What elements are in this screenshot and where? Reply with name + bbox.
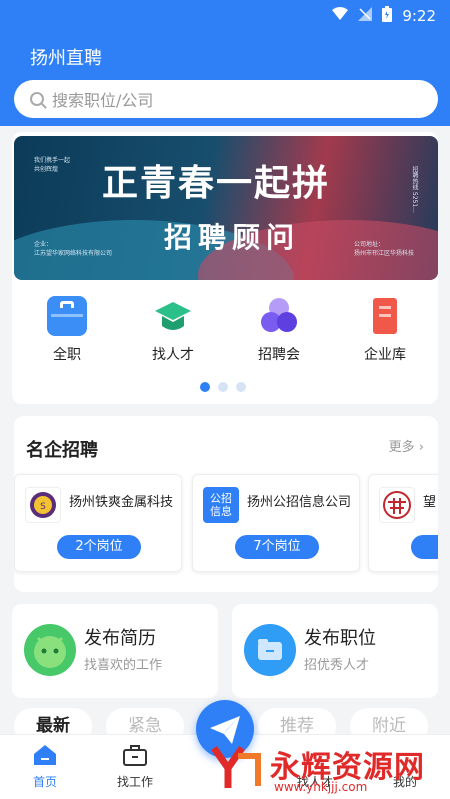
company-card[interactable]: S 扬州铁爽金属科技 2个岗位 — [14, 474, 182, 572]
more-link[interactable]: 更多 › — [389, 436, 424, 455]
company-name: 扬州公招信息公司 — [247, 495, 351, 510]
more-label: 更多 — [388, 440, 415, 455]
positions-button[interactable]: 1个 — [411, 535, 438, 559]
action-subtitle: 找喜欢的工作 — [84, 658, 163, 673]
circles-icon — [259, 296, 299, 336]
action-title: 发布职位 — [304, 628, 376, 649]
nav-find-job[interactable]: 找工作 — [90, 735, 180, 799]
company-card[interactable]: 望 1个 — [368, 474, 438, 572]
company-logo — [379, 487, 415, 523]
wifi-icon — [332, 7, 349, 25]
briefcase-icon — [47, 296, 87, 336]
site-watermark: 永辉资源网 www.yhkjjj.com — [208, 742, 444, 794]
post-job-card[interactable]: 发布职位 招优秀人才 — [232, 604, 438, 698]
company-name: 扬州铁爽金属科技 — [69, 495, 173, 510]
category-companies[interactable]: 企业库 — [332, 296, 438, 366]
famous-companies-section: 名企招聘 更多 › S 扬州铁爽金属科技 2个岗位 公招 信息 扬州公招信息公司… — [14, 416, 438, 592]
carousel-pager — [200, 382, 246, 392]
action-title: 发布简历 — [84, 628, 156, 649]
search-icon — [30, 92, 44, 106]
section-title: 名企招聘 — [26, 440, 98, 461]
chevron-right-icon: › — [418, 440, 424, 455]
category-label: 找人才 — [152, 347, 194, 363]
category-label: 招聘会 — [258, 347, 300, 363]
banner-subtitle: 招聘顾问 — [164, 221, 301, 254]
company-card[interactable]: 公招 信息 扬州公招信息公司 7个岗位 — [192, 474, 360, 572]
app-title: 扬州直聘 — [30, 48, 102, 69]
banner-hotline: 招聘热线 5251... — [411, 166, 418, 213]
nav-label: 首页 — [32, 775, 57, 789]
android-face-icon — [24, 624, 76, 676]
category-label: 全职 — [53, 347, 81, 363]
company-name: 望 — [423, 495, 437, 510]
post-resume-card[interactable]: 发布简历 找喜欢的工作 — [12, 604, 218, 698]
banner-address: 公司地址： 扬州市邗江区华扬科技 — [354, 241, 415, 257]
pager-dot[interactable] — [218, 382, 228, 392]
category-talent[interactable]: 找人才 — [120, 296, 226, 366]
top-bar: 扬州直聘 搜索职位/公司 — [0, 32, 450, 126]
battery-icon — [382, 6, 393, 26]
graduation-cap-icon — [153, 296, 193, 336]
banner-headline: 正青春一起拼 — [102, 162, 331, 204]
company-logo: S — [25, 487, 61, 523]
svg-text:S: S — [40, 502, 46, 512]
pager-dot[interactable] — [200, 382, 210, 392]
status-bar: 9:22 — [0, 0, 450, 32]
category-label: 企业库 — [364, 347, 406, 363]
building-icon — [365, 296, 405, 336]
banner-tagline: 我们携手一起 共创辉煌 — [34, 157, 71, 173]
search-placeholder: 搜索职位/公司 — [52, 91, 154, 110]
watermark-url: www.yhkjjj.com — [274, 780, 368, 794]
home-icon — [32, 743, 58, 767]
status-time: 9:22 — [402, 7, 436, 25]
briefcase-icon — [122, 743, 148, 767]
promo-banner[interactable]: 我们携手一起 共创辉煌 正青春一起拼 招聘顾问 企业： 江苏望华家网络科技有限公… — [14, 136, 438, 280]
search-input[interactable]: 搜索职位/公司 — [14, 80, 438, 118]
folder-icon — [244, 624, 296, 676]
action-subtitle: 招优秀人才 — [304, 658, 370, 673]
signal-icon — [358, 7, 373, 25]
banner-company: 企业： 江苏望华家网络科技有限公司 — [34, 241, 113, 257]
pager-dot[interactable] — [236, 382, 246, 392]
positions-button[interactable]: 2个岗位 — [57, 535, 141, 559]
nav-home[interactable]: 首页 — [0, 735, 90, 799]
nav-label: 找工作 — [116, 775, 153, 789]
category-fulltime[interactable]: 全职 — [14, 296, 120, 366]
category-grid: 全职 找人才 招聘会 企业库 — [14, 296, 438, 366]
category-jobfair[interactable]: 招聘会 — [226, 296, 332, 366]
watermark-logo — [211, 745, 261, 788]
company-logo: 公招 信息 — [203, 487, 239, 523]
positions-button[interactable]: 7个岗位 — [235, 535, 319, 559]
